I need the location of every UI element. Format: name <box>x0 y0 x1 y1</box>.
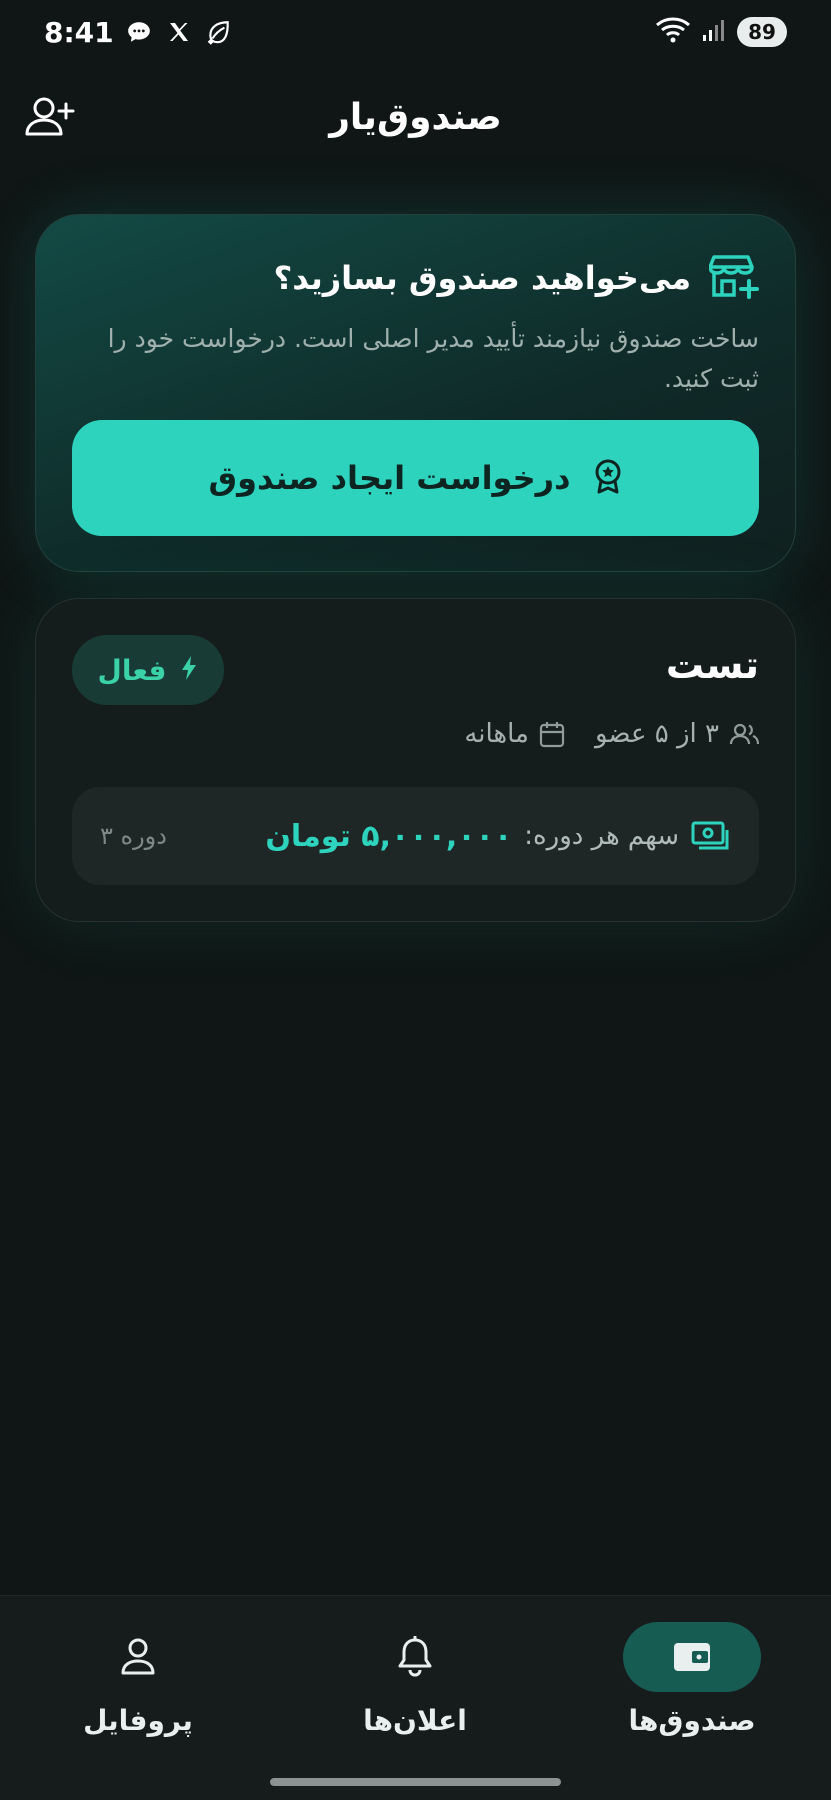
members-meta: ۳ از ۵ عضو <box>595 719 759 749</box>
app-header: صندوق‌یار <box>0 72 831 162</box>
add-user-icon <box>25 97 75 136</box>
nav-item-profile[interactable]: پروفایل <box>38 1622 238 1742</box>
share-label: سهم هر دوره: <box>524 821 679 851</box>
add-user-button[interactable] <box>22 92 80 142</box>
status-left: 8:41 <box>44 16 234 49</box>
nav-profile-icon-wrap <box>69 1622 207 1692</box>
message-icon <box>124 17 154 47</box>
bottom-nav: صندوق‌ها اعلان‌ها پروفایل <box>0 1595 831 1800</box>
frequency-text: ماهانه <box>464 719 529 749</box>
page-title: صندوق‌یار <box>329 96 502 138</box>
create-fund-card: می‌خواهید صندوق بسازید؟ ساخت صندوق نیازم… <box>35 214 796 572</box>
user-icon <box>121 1638 155 1675</box>
battery-indicator: 89 <box>737 17 787 47</box>
nav-funds-label: صندوق‌ها <box>628 1704 756 1737</box>
wallet-icon <box>674 1643 710 1671</box>
cta-description: ساخت صندوق نیازمند تأیید مدیر اصلی است. … <box>107 324 759 393</box>
status-badge: فعال <box>72 635 224 705</box>
nav-notifications-icon-wrap <box>346 1622 484 1692</box>
clock: 8:41 <box>44 15 114 49</box>
bolt-icon <box>180 655 198 685</box>
request-create-fund-label: درخواست ایجاد صندوق <box>208 459 571 497</box>
money-icon <box>691 821 729 850</box>
bell-icon <box>398 1636 432 1677</box>
leaf-icon <box>204 17 234 47</box>
app-screen: 8:41 89 <box>0 0 831 1800</box>
x-logo-icon <box>164 17 194 47</box>
award-icon <box>593 458 623 498</box>
period-label: دوره ۳ <box>100 822 167 850</box>
wifi-icon <box>655 16 691 48</box>
nav-funds-icon-wrap <box>623 1622 761 1692</box>
home-indicator[interactable] <box>270 1778 561 1786</box>
request-create-fund-button[interactable]: درخواست ایجاد صندوق <box>72 420 759 536</box>
fund-card[interactable]: تست فعال ۳ از ۵ عضو ماهانه سهم هر دوره: … <box>35 598 796 922</box>
status-badge-label: فعال <box>97 653 167 687</box>
share-box: سهم هر دوره: ۵,۰۰۰,۰۰۰ تومان دوره ۳ <box>72 787 759 885</box>
members-text: ۳ از ۵ عضو <box>594 719 719 749</box>
calendar-icon <box>539 722 565 748</box>
fund-meta: ۳ از ۵ عضو ماهانه <box>464 719 759 749</box>
users-icon <box>729 723 759 745</box>
store-add-icon <box>708 253 759 303</box>
signal-icon <box>701 17 727 47</box>
nav-item-notifications[interactable]: اعلان‌ها <box>315 1622 515 1742</box>
nav-profile-label: پروفایل <box>83 1704 193 1737</box>
nav-notifications-label: اعلان‌ها <box>363 1704 467 1737</box>
fund-name: تست <box>665 643 759 687</box>
cta-title: می‌خواهید صندوق بسازید؟ <box>273 259 691 297</box>
status-right: 89 <box>655 16 787 48</box>
share-info: سهم هر دوره: ۵,۰۰۰,۰۰۰ تومان <box>265 819 731 854</box>
status-bar: 8:41 89 <box>0 0 831 64</box>
cta-title-row: می‌خواهید صندوق بسازید؟ <box>72 253 759 303</box>
frequency-meta: ماهانه <box>464 719 565 749</box>
nav-item-funds[interactable]: صندوق‌ها <box>592 1622 792 1742</box>
share-amount: ۵,۰۰۰,۰۰۰ تومان <box>265 818 513 854</box>
